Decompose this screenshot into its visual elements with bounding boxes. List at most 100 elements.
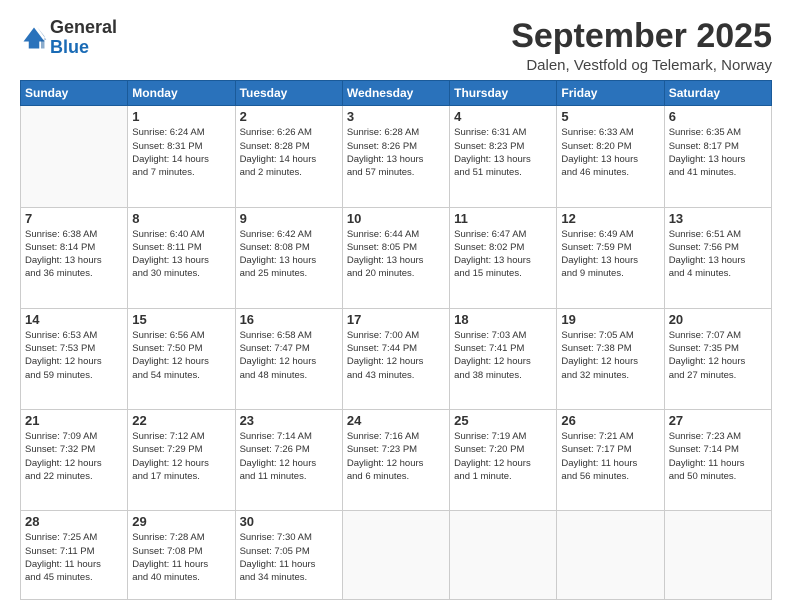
calendar-cell: 25 Sunrise: 7:19 AM Sunset: 7:20 PM Dayli… [450, 410, 557, 511]
day-number: 30 [240, 514, 338, 529]
day-number: 6 [669, 109, 767, 124]
calendar-header-row: SundayMondayTuesdayWednesdayThursdayFrid… [21, 81, 772, 106]
day-number: 3 [347, 109, 445, 124]
calendar-cell: 24 Sunrise: 7:16 AM Sunset: 7:23 PM Dayli… [342, 410, 449, 511]
day-number: 16 [240, 312, 338, 327]
calendar-cell: 14Sunrise: 6:53 AM Sunset: 7:53 PM Dayli… [21, 308, 128, 409]
calendar-cell [342, 511, 449, 600]
day-number: 5 [561, 109, 659, 124]
day-info: Sunrise: 6:58 AM Sunset: 7:47 PM Dayligh… [240, 329, 338, 382]
subtitle: Dalen, Vestfold og Telemark, Norway [511, 57, 772, 74]
calendar-cell: 18 Sunrise: 7:03 AM Sunset: 7:41 PM Dayli… [450, 308, 557, 409]
day-number: 11 [454, 211, 552, 226]
day-info: Sunrise: 6:40 AM Sunset: 8:11 PM Dayligh… [132, 228, 230, 281]
day-info: Sunrise: 7:05 AM Sunset: 7:38 PM Dayligh… [561, 329, 659, 382]
day-info: Sunrise: 6:38 AM Sunset: 8:14 PM Dayligh… [25, 228, 123, 281]
calendar-cell [21, 106, 128, 207]
calendar-week-5: 28 Sunrise: 7:25 AM Sunset: 7:11 PM Dayli… [21, 511, 772, 600]
calendar-week-1: 1 Sunrise: 6:24 AM Sunset: 8:31 PM Daylig… [21, 106, 772, 207]
calendar-cell: 15 Sunrise: 6:56 AM Sunset: 7:50 PM Dayli… [128, 308, 235, 409]
day-number: 26 [561, 413, 659, 428]
day-info: Sunrise: 6:49 AM Sunset: 7:59 PM Dayligh… [561, 228, 659, 281]
calendar-cell: 7 Sunrise: 6:38 AM Sunset: 8:14 PM Daylig… [21, 207, 128, 308]
day-number: 19 [561, 312, 659, 327]
logo: General Blue [20, 18, 117, 58]
calendar-cell: 29 Sunrise: 7:28 AM Sunset: 7:08 PM Dayli… [128, 511, 235, 600]
day-info: Sunrise: 7:12 AM Sunset: 7:29 PM Dayligh… [132, 430, 230, 483]
day-number: 13 [669, 211, 767, 226]
day-number: 23 [240, 413, 338, 428]
calendar-cell: 8Sunrise: 6:40 AM Sunset: 8:11 PM Daylig… [128, 207, 235, 308]
day-number: 7 [25, 211, 123, 226]
day-info: Sunrise: 6:56 AM Sunset: 7:50 PM Dayligh… [132, 329, 230, 382]
day-number: 22 [132, 413, 230, 428]
day-number: 24 [347, 413, 445, 428]
calendar-week-4: 21Sunrise: 7:09 AM Sunset: 7:32 PM Dayli… [21, 410, 772, 511]
calendar-cell: 27 Sunrise: 7:23 AM Sunset: 7:14 PM Dayli… [664, 410, 771, 511]
calendar-cell: 26 Sunrise: 7:21 AM Sunset: 7:17 PM Dayli… [557, 410, 664, 511]
day-number: 21 [25, 413, 123, 428]
day-info: Sunrise: 7:19 AM Sunset: 7:20 PM Dayligh… [454, 430, 552, 483]
day-number: 29 [132, 514, 230, 529]
calendar-cell: 5 Sunrise: 6:33 AM Sunset: 8:20 PM Daylig… [557, 106, 664, 207]
calendar-cell: 3 Sunrise: 6:28 AM Sunset: 8:26 PM Daylig… [342, 106, 449, 207]
day-info: Sunrise: 7:25 AM Sunset: 7:11 PM Dayligh… [25, 531, 123, 584]
header: General Blue September 2025 Dalen, Vestf… [20, 18, 772, 74]
day-number: 10 [347, 211, 445, 226]
calendar-cell: 28 Sunrise: 7:25 AM Sunset: 7:11 PM Dayli… [21, 511, 128, 600]
day-info: Sunrise: 6:35 AM Sunset: 8:17 PM Dayligh… [669, 126, 767, 179]
calendar-cell: 1 Sunrise: 6:24 AM Sunset: 8:31 PM Daylig… [128, 106, 235, 207]
calendar-cell: 23Sunrise: 7:14 AM Sunset: 7:26 PM Dayli… [235, 410, 342, 511]
calendar-header-wednesday: Wednesday [342, 81, 449, 106]
day-info: Sunrise: 7:03 AM Sunset: 7:41 PM Dayligh… [454, 329, 552, 382]
page: General Blue September 2025 Dalen, Vestf… [0, 0, 792, 612]
calendar-cell: 6 Sunrise: 6:35 AM Sunset: 8:17 PM Daylig… [664, 106, 771, 207]
day-number: 17 [347, 312, 445, 327]
day-info: Sunrise: 6:44 AM Sunset: 8:05 PM Dayligh… [347, 228, 445, 281]
day-number: 2 [240, 109, 338, 124]
logo-icon [20, 24, 48, 52]
day-info: Sunrise: 7:28 AM Sunset: 7:08 PM Dayligh… [132, 531, 230, 584]
calendar-cell [664, 511, 771, 600]
calendar-cell: 9 Sunrise: 6:42 AM Sunset: 8:08 PM Daylig… [235, 207, 342, 308]
day-number: 9 [240, 211, 338, 226]
calendar-header-sunday: Sunday [21, 81, 128, 106]
day-number: 28 [25, 514, 123, 529]
calendar-cell: 11Sunrise: 6:47 AM Sunset: 8:02 PM Dayli… [450, 207, 557, 308]
calendar-cell [450, 511, 557, 600]
calendar-cell: 20Sunrise: 7:07 AM Sunset: 7:35 PM Dayli… [664, 308, 771, 409]
day-info: Sunrise: 7:16 AM Sunset: 7:23 PM Dayligh… [347, 430, 445, 483]
calendar-week-2: 7 Sunrise: 6:38 AM Sunset: 8:14 PM Daylig… [21, 207, 772, 308]
day-info: Sunrise: 6:53 AM Sunset: 7:53 PM Dayligh… [25, 329, 123, 382]
calendar-cell: 2 Sunrise: 6:26 AM Sunset: 8:28 PM Daylig… [235, 106, 342, 207]
day-info: Sunrise: 6:31 AM Sunset: 8:23 PM Dayligh… [454, 126, 552, 179]
logo-blue: Blue [50, 37, 89, 57]
day-info: Sunrise: 7:21 AM Sunset: 7:17 PM Dayligh… [561, 430, 659, 483]
day-info: Sunrise: 7:00 AM Sunset: 7:44 PM Dayligh… [347, 329, 445, 382]
calendar-cell: 13Sunrise: 6:51 AM Sunset: 7:56 PM Dayli… [664, 207, 771, 308]
calendar-table: SundayMondayTuesdayWednesdayThursdayFrid… [20, 80, 772, 600]
day-info: Sunrise: 6:42 AM Sunset: 8:08 PM Dayligh… [240, 228, 338, 281]
day-info: Sunrise: 6:28 AM Sunset: 8:26 PM Dayligh… [347, 126, 445, 179]
day-info: Sunrise: 6:24 AM Sunset: 8:31 PM Dayligh… [132, 126, 230, 179]
calendar-cell: 10 Sunrise: 6:44 AM Sunset: 8:05 PM Dayli… [342, 207, 449, 308]
day-info: Sunrise: 6:33 AM Sunset: 8:20 PM Dayligh… [561, 126, 659, 179]
day-number: 25 [454, 413, 552, 428]
day-info: Sunrise: 7:23 AM Sunset: 7:14 PM Dayligh… [669, 430, 767, 483]
day-number: 1 [132, 109, 230, 124]
calendar-cell: 17 Sunrise: 7:00 AM Sunset: 7:44 PM Dayli… [342, 308, 449, 409]
day-number: 12 [561, 211, 659, 226]
calendar-header-monday: Monday [128, 81, 235, 106]
day-number: 27 [669, 413, 767, 428]
calendar-cell [557, 511, 664, 600]
calendar-cell: 19 Sunrise: 7:05 AM Sunset: 7:38 PM Dayli… [557, 308, 664, 409]
logo-text: General Blue [50, 18, 117, 58]
day-info: Sunrise: 6:26 AM Sunset: 8:28 PM Dayligh… [240, 126, 338, 179]
title-block: September 2025 Dalen, Vestfold og Telema… [511, 18, 772, 74]
calendar-cell: 16 Sunrise: 6:58 AM Sunset: 7:47 PM Dayli… [235, 308, 342, 409]
calendar-header-friday: Friday [557, 81, 664, 106]
day-number: 18 [454, 312, 552, 327]
calendar-cell: 12 Sunrise: 6:49 AM Sunset: 7:59 PM Dayli… [557, 207, 664, 308]
day-number: 15 [132, 312, 230, 327]
calendar-header-thursday: Thursday [450, 81, 557, 106]
